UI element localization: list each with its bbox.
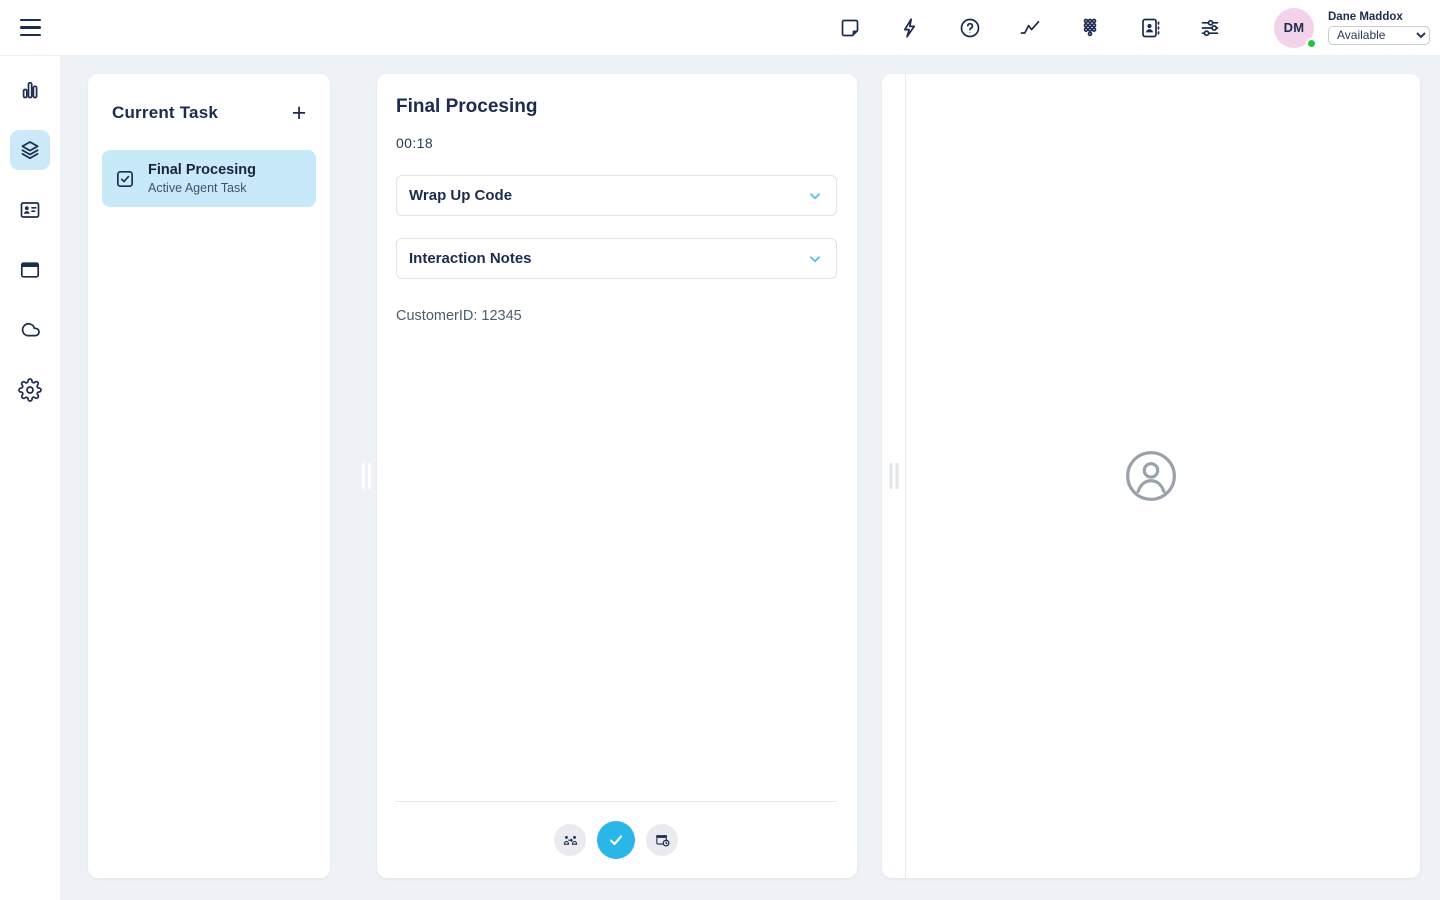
cloud-icon: [18, 318, 42, 342]
interaction-notes-accordion[interactable]: Interaction Notes: [396, 238, 837, 279]
settings-icon: [18, 378, 42, 402]
chevron-down-icon: [804, 185, 826, 207]
workspace: Current Task + Final Procesing Active Ag…: [60, 56, 1440, 900]
complete-task-check-icon: [606, 830, 626, 850]
context-panel-strip: [882, 74, 906, 878]
current-task-panel: Current Task + Final Procesing Active Ag…: [88, 74, 330, 878]
panel-gap: [857, 74, 882, 878]
note-icon[interactable]: [838, 16, 862, 40]
task-detail-panel: Final Procesing 00:18 Wrap Up Code Inter…: [377, 74, 857, 878]
task-detail-title: Final Procesing: [396, 96, 837, 118]
topbar: DM Dane Maddox Available: [0, 0, 1440, 56]
window-icon: [18, 258, 42, 282]
task-card-subtitle: Active Agent Task: [148, 181, 256, 195]
lightning-icon[interactable]: [898, 16, 922, 40]
panel-resize-handle[interactable]: [362, 463, 371, 489]
panel-resize-handle[interactable]: [889, 463, 898, 489]
wrap-up-code-label: Wrap Up Code: [409, 187, 512, 204]
task-card-title: Final Procesing: [148, 162, 256, 178]
contact-card-icon: [18, 198, 42, 222]
hamburger-icon: [20, 19, 41, 36]
task-card[interactable]: Final Procesing Active Agent Task: [102, 150, 316, 207]
user-name: Dane Maddox: [1328, 11, 1430, 23]
sidebar-item-contacts[interactable]: [10, 190, 50, 230]
sidebar-item-settings[interactable]: [10, 370, 50, 410]
context-panel-body: [906, 74, 1420, 878]
add-task-button[interactable]: +: [284, 98, 314, 128]
interaction-notes-label: Interaction Notes: [409, 250, 532, 267]
park-task-icon: [654, 832, 671, 849]
sidebar-item-analytics[interactable]: [10, 70, 50, 110]
task-timer: 00:18: [396, 135, 837, 151]
topbar-actions: DM Dane Maddox Available: [838, 8, 1440, 48]
task-actions-bar: [395, 801, 837, 878]
chevron-down-icon: [804, 248, 826, 270]
help-icon[interactable]: [958, 16, 982, 40]
presence-dot: [1306, 38, 1317, 49]
sidebar-item-tasks[interactable]: [10, 130, 50, 170]
performance-icon[interactable]: [1018, 16, 1042, 40]
dialpad-icon[interactable]: [1078, 16, 1102, 40]
sidebar-item-cloud[interactable]: [10, 310, 50, 350]
hamburger-menu-button[interactable]: [0, 0, 60, 56]
left-rail: [0, 56, 60, 900]
complete-task-button[interactable]: [597, 821, 635, 859]
preferences-icon[interactable]: [1198, 16, 1222, 40]
wrap-up-code-accordion[interactable]: Wrap Up Code: [396, 175, 837, 216]
customer-id-text: CustomerID: 12345: [396, 308, 837, 324]
contacts-icon[interactable]: [1138, 16, 1162, 40]
tasks-panel-title: Current Task: [112, 103, 218, 123]
avatar[interactable]: DM: [1274, 8, 1314, 48]
check-square-icon: [114, 168, 136, 190]
layers-icon: [18, 138, 42, 162]
analytics-icon: [18, 78, 42, 102]
transfer-task-button[interactable]: [554, 824, 586, 856]
panel-gap: [330, 74, 377, 878]
customer-context-panel: [882, 74, 1420, 878]
sidebar-item-apps[interactable]: [10, 250, 50, 290]
user-block: DM Dane Maddox Available: [1274, 8, 1430, 48]
status-select[interactable]: Available: [1328, 26, 1430, 45]
park-task-button[interactable]: [646, 824, 678, 856]
transfer-task-icon: [562, 832, 579, 849]
